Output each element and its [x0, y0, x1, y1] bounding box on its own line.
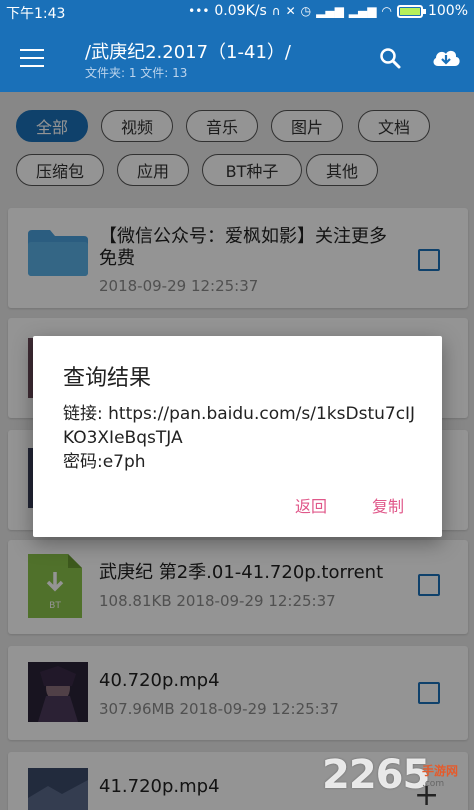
signal-icon: ▂▄▆ — [316, 4, 344, 18]
plus-icon[interactable]: + — [414, 778, 439, 810]
status-time: 下午1:43 — [6, 6, 66, 22]
app-bar: /武庚纪2.2017（1-41）/ 文件夹: 1 文件: 13 — [0, 26, 474, 92]
headphone-icon: ∩ — [271, 4, 281, 18]
back-button[interactable]: 返回 — [295, 493, 327, 517]
battery-fill — [399, 7, 420, 15]
dialog-body: 链接: https://pan.baidu.com/s/1ksDstu7cIJK… — [63, 402, 423, 474]
dots-icon: ••• — [188, 4, 210, 18]
net-speed: 0.09K/s — [214, 3, 267, 19]
copy-button[interactable]: 复制 — [372, 493, 404, 517]
dialog-title: 查询结果 — [63, 366, 152, 391]
mute-icon: ✕ — [285, 4, 296, 18]
page-subtitle: 文件夹: 1 文件: 13 — [85, 66, 188, 80]
menu-icon[interactable] — [20, 49, 44, 67]
battery-icon — [396, 4, 426, 18]
watermark-cn: 手游网 — [422, 764, 459, 778]
watermark-logo: 2265 手游网 .com — [322, 752, 472, 808]
signal2-icon: ▂▄▆ — [348, 4, 377, 18]
share-link: 链接: https://pan.baidu.com/s/1ksDstu7cIJK… — [63, 404, 416, 448]
wifi-icon: ◠ — [381, 4, 392, 18]
search-icon[interactable] — [378, 46, 402, 70]
page-title: /武庚纪2.2017（1-41）/ — [85, 42, 291, 63]
battery-percent: 100% — [427, 3, 468, 19]
result-dialog: 查询结果 链接: https://pan.baidu.com/s/1ksDstu… — [33, 336, 442, 537]
share-password: 密码:e7ph — [63, 452, 146, 472]
alarm-icon: ◷ — [300, 4, 312, 18]
status-bar: 下午1:43 ••• 0.09K/s ∩ ✕ ◷ ▂▄▆ ▂▄▆ ◠ 100% — [0, 0, 474, 26]
cloud-download-icon[interactable] — [430, 44, 462, 72]
